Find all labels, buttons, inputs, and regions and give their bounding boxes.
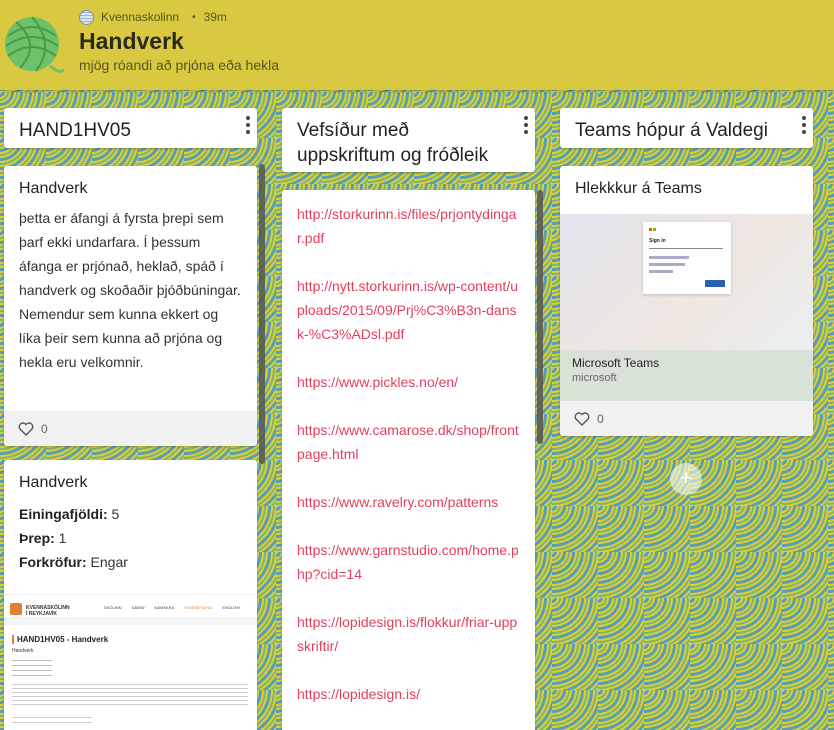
link-item[interactable]: https://lopidesign.is/ (297, 682, 520, 706)
add-post-button[interactable]: + (670, 463, 702, 495)
page-screenshot-preview[interactable]: KVENNASKÓLINN Í REYKJAVÍK SKÓLINN NÁMIÐ … (4, 594, 257, 730)
separator-dot: • (192, 11, 196, 23)
link-item[interactable]: https://lopidesign.is/flokkur/friar-upps… (297, 610, 520, 658)
link-info: Microsoft Teams microsoft (560, 350, 813, 404)
column-title: HAND1HV05 (19, 120, 131, 141)
post-title: Hlekkkur á Teams (575, 180, 702, 197)
school-logo-icon (10, 603, 22, 615)
teams-link-card[interactable]: Hlekkkur á Teams Sign in Microsoft Teams… (560, 166, 813, 436)
post-title: Handverk (19, 180, 88, 197)
post-footer: 0 (4, 411, 257, 446)
column-header-recipes[interactable]: Vefsíður með uppskriftum og fróðleik (282, 108, 535, 172)
like-count: 0 (41, 421, 48, 436)
links-card: http://storkurinn.is/files/prjontydingar… (282, 190, 535, 730)
more-options-icon[interactable] (245, 116, 251, 134)
wall-subtitle: mjög róandi að prjóna eða hekla (79, 57, 280, 73)
link-item[interactable]: http://nytt.storkurinn.is/wp-content/upl… (297, 274, 520, 346)
link-name: Microsoft Teams (572, 356, 660, 370)
globe-icon (79, 9, 94, 25)
field-level: Þrep: 1 (19, 530, 67, 546)
wall-meta: Kvennaskolinn • 39m (79, 8, 227, 26)
column-header-hand1hv05[interactable]: HAND1HV05 (4, 108, 257, 148)
wall-title: Handverk (79, 28, 184, 54)
post-time: 39m (203, 10, 227, 24)
link-item[interactable]: https://www.pickles.no/en/ (297, 370, 520, 394)
link-item[interactable]: https://www.ravelry.com/patterns (297, 490, 520, 514)
column-title: Teams hópur á Valdegi (575, 120, 768, 141)
heart-icon[interactable] (574, 411, 590, 426)
post-body: þetta er áfangi á fyrsta þrepi sem þarf … (19, 210, 241, 370)
preview-page-title: HAND1HV05 - Handverk (12, 635, 108, 644)
column-scrollbar[interactable] (259, 164, 265, 464)
post-card[interactable]: Handverk þetta er áfangi á fyrsta þrepi … (4, 166, 257, 446)
link-item[interactable]: https://www.camarose.dk/shop/frontpage.h… (297, 418, 520, 466)
preview-nav: SKÓLINN NÁMIÐ NÁMSKRÁ STAÐSETNING ENGLIS… (104, 605, 240, 610)
column-scrollbar[interactable] (537, 190, 543, 444)
author-name[interactable]: Kvennaskolinn (101, 10, 179, 24)
teams-preview-image[interactable]: Sign in (560, 214, 813, 350)
more-options-icon[interactable] (523, 116, 529, 134)
column-header-teams[interactable]: Teams hópur á Valdegi (560, 108, 813, 148)
wall-header: Kvennaskolinn • 39m Handverk mjög róandi… (0, 0, 834, 90)
link-list: http://storkurinn.is/files/prjontydingar… (297, 202, 520, 706)
school-name: KVENNASKÓLINN Í REYKJAVÍK (26, 605, 70, 617)
post-card[interactable]: Handverk Einingafjöldi: 5 Þrep: 1 Forkrö… (4, 460, 257, 730)
link-item[interactable]: https://www.garnstudio.com/home.php?cid=… (297, 538, 520, 586)
preview-subtitle: Handverk (12, 648, 34, 654)
like-count: 0 (597, 411, 604, 426)
link-domain: microsoft (572, 372, 617, 384)
field-prerequisites: Forkröfur: Engar (19, 554, 128, 570)
post-title: Handverk (19, 474, 88, 491)
heart-icon[interactable] (18, 421, 34, 436)
sign-in-dialog: Sign in (643, 222, 731, 294)
microsoft-logo-icon (649, 228, 656, 231)
yarn-ball-logo (5, 16, 64, 73)
post-footer: 0 (560, 401, 813, 436)
field-credits: Einingafjöldi: 5 (19, 506, 120, 522)
column-title: Vefsíður með uppskriftum og fróðleik (297, 120, 489, 166)
more-options-icon[interactable] (801, 116, 807, 134)
link-item[interactable]: http://storkurinn.is/files/prjontydingar… (297, 202, 520, 250)
